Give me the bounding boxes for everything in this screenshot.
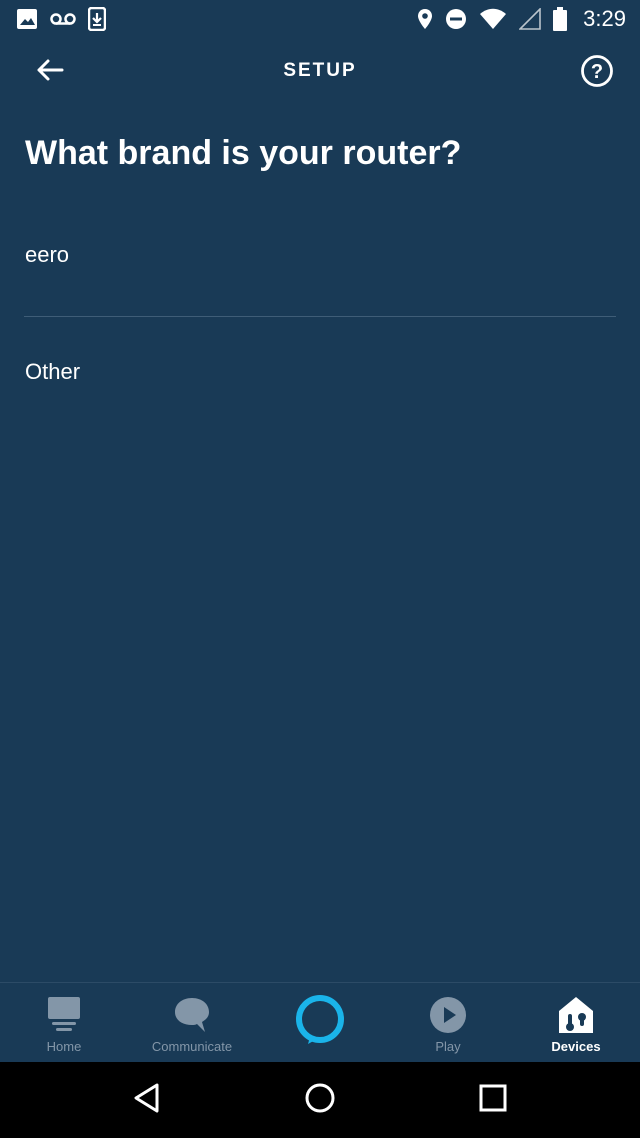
status-time: 3:29 bbox=[583, 6, 626, 31]
circle-home-icon bbox=[304, 1082, 336, 1118]
help-circle-icon: ? bbox=[580, 55, 614, 92]
devices-icon bbox=[557, 995, 595, 1035]
system-home-button[interactable] bbox=[290, 1070, 350, 1130]
bottom-nav: Home Communicate Play Devices bbox=[0, 982, 640, 1062]
system-recents-button[interactable] bbox=[463, 1070, 523, 1130]
page-title: SETUP bbox=[283, 60, 357, 81]
cell-signal-icon bbox=[519, 8, 541, 30]
nav-label: Devices bbox=[551, 1039, 601, 1054]
nav-alexa[interactable] bbox=[256, 983, 384, 1062]
play-icon bbox=[429, 995, 467, 1035]
voicemail-icon bbox=[50, 12, 76, 26]
option-other[interactable]: Other bbox=[0, 317, 640, 433]
wifi-icon bbox=[479, 8, 507, 30]
help-button[interactable]: ? bbox=[580, 54, 614, 88]
battery-icon bbox=[553, 7, 568, 31]
status-right: 3:29 bbox=[417, 6, 626, 32]
nav-communicate[interactable]: Communicate bbox=[128, 983, 256, 1062]
chat-icon bbox=[173, 995, 211, 1035]
home-icon bbox=[46, 995, 82, 1035]
svg-text:?: ? bbox=[591, 61, 603, 83]
nav-label: Communicate bbox=[151, 1039, 233, 1054]
system-nav-bar bbox=[0, 1062, 640, 1138]
nav-label: Home bbox=[46, 1039, 82, 1054]
status-bar: 3:29 bbox=[0, 0, 640, 38]
image-icon bbox=[16, 8, 38, 30]
do-not-disturb-icon bbox=[445, 8, 467, 30]
option-label: eero bbox=[25, 242, 70, 267]
download-icon bbox=[88, 7, 106, 31]
option-label: Other bbox=[25, 359, 81, 384]
nav-devices[interactable]: Devices bbox=[512, 983, 640, 1062]
system-back-button[interactable] bbox=[117, 1070, 177, 1130]
status-left bbox=[16, 7, 106, 31]
nav-play[interactable]: Play bbox=[384, 983, 512, 1062]
nav-label: Play bbox=[435, 1039, 461, 1054]
question-heading: What brand is your router? bbox=[25, 134, 462, 172]
app-header: SETUP ? bbox=[0, 38, 640, 106]
location-icon bbox=[417, 8, 433, 30]
nav-home[interactable]: Home bbox=[0, 983, 128, 1062]
triangle-back-icon bbox=[133, 1083, 161, 1117]
router-brand-list: eero Other bbox=[0, 200, 640, 433]
option-eero[interactable]: eero bbox=[0, 200, 640, 316]
alexa-ring-icon bbox=[292, 993, 348, 1049]
square-recents-icon bbox=[479, 1084, 507, 1116]
